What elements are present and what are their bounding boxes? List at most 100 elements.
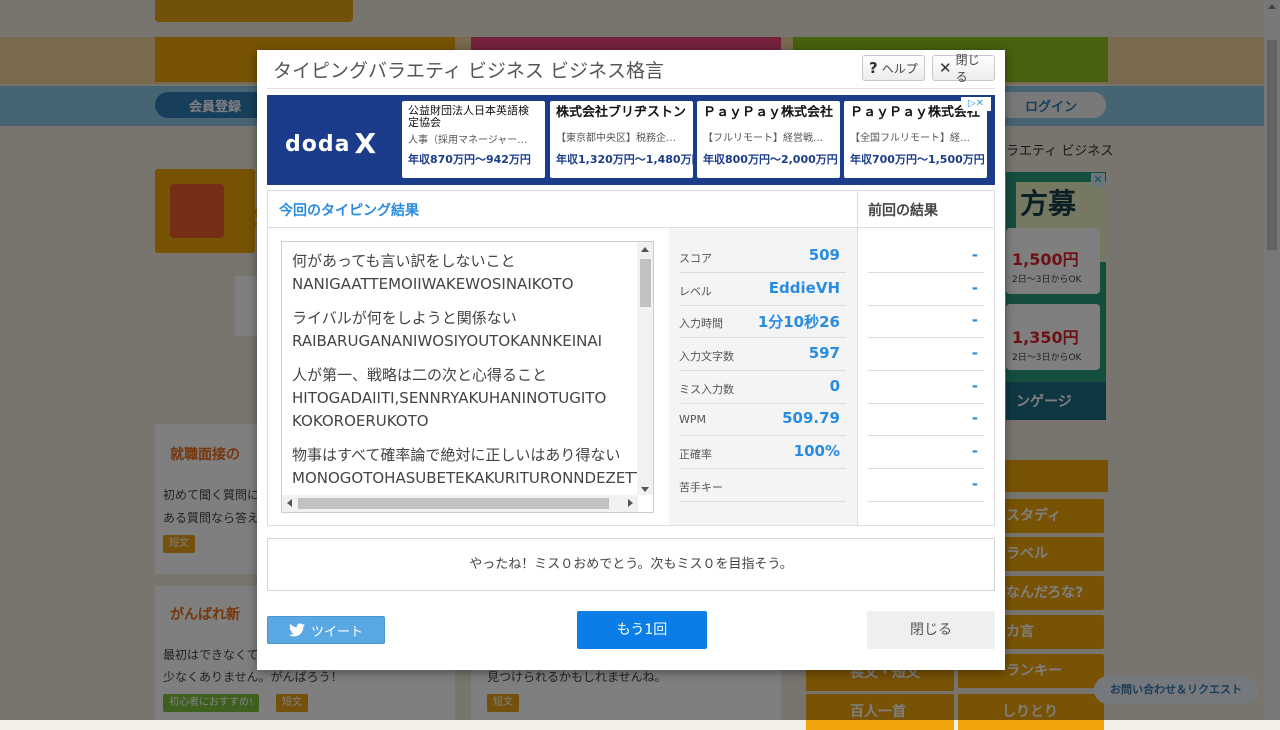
phrase-item: 物事はすべて確率論で絶対に正しいはあり得ない MONOGOTOHASUBETEK…	[292, 444, 638, 490]
close-button[interactable]: 閉じる	[867, 611, 995, 649]
stat-value: 597	[808, 344, 840, 362]
vertical-scroll-thumb[interactable]	[640, 259, 651, 307]
job-ad-company: 公益財団法人日本英語検定協会	[408, 105, 529, 129]
phrase-romaji: HITOGADAIITI,SENNRYAKUHANINOTUGITO	[292, 389, 607, 407]
previous-value-row: -	[868, 372, 984, 404]
previous-value: -	[971, 279, 978, 297]
previous-value: -	[971, 475, 978, 493]
close-header-button[interactable]: ✕ 閉じる	[932, 53, 995, 84]
job-ad-salary: 年収1,320万円～1,480万円	[556, 153, 703, 166]
stat-input-time: 入力時間 1分10秒26	[679, 306, 846, 338]
previous-results-title: 前回の結果	[868, 203, 938, 219]
phrase-romaji: MONOGOTOHASUBETEKAKURITURONNDEZETTAINI	[292, 469, 638, 487]
job-ad-description: 【フルリモート】経営戦…	[703, 133, 823, 143]
previous-value: -	[971, 311, 978, 329]
job-ad-company: ＰａｙＰａｙ株式会社	[703, 105, 834, 120]
question-icon: ?	[869, 59, 878, 77]
previous-value-row: -	[868, 404, 984, 436]
stat-value: 100%	[793, 442, 840, 460]
help-button-label: ヘルプ	[881, 61, 918, 76]
previous-value: -	[971, 377, 978, 395]
stat-level: レベル EddieVH	[679, 274, 846, 306]
stat-wpm: WPM 509.79	[679, 404, 846, 436]
stat-label: WPM	[679, 413, 707, 426]
job-ad-company: 株式会社ブリヂストン	[556, 105, 687, 120]
scroll-up-icon[interactable]	[641, 247, 649, 252]
previous-value: -	[971, 442, 978, 460]
results-panel: 今回のタイピング結果 前回の結果 何があっても言い訳をしないこと NANIGAA…	[267, 190, 995, 526]
typed-phrases-content: 何があっても言い訳をしないこと NANIGAATTEMOIIWAKEWOSINA…	[292, 250, 638, 495]
stat-char-count: 入力文字数 597	[679, 339, 846, 371]
previous-value-row: -	[868, 339, 984, 371]
job-ad-card[interactable]: ＰａｙＰａｙ株式会社 【全国フルリモート】経… 年収700万円～1,500万円	[844, 101, 987, 178]
stat-label: 苦手キー	[679, 481, 723, 494]
doda-logo: doda X	[285, 127, 378, 160]
previous-value: -	[971, 246, 978, 264]
phrase-item: ライバルが何をしようと関係ない RAIBARUGANANIWOSIYOUTOKA…	[292, 307, 638, 353]
current-results-header: 今回のタイピング結果	[268, 191, 857, 228]
stat-label: 入力時間	[679, 317, 723, 330]
stat-label: スコア	[679, 252, 712, 265]
phrase-romaji: KOKOROERUKOTO	[292, 412, 429, 430]
stat-accuracy: 正確率 100%	[679, 437, 846, 469]
stat-label: ミス入力数	[679, 383, 734, 396]
previous-value-row: -	[868, 241, 984, 273]
current-results-title: 今回のタイピング結果	[279, 203, 419, 219]
job-ad-salary: 年収800万円～2,000万円	[703, 153, 838, 166]
stat-weak-keys: 苦手キー	[679, 470, 846, 502]
stat-score: スコア 509	[679, 241, 846, 273]
stat-label: レベル	[679, 285, 712, 298]
phrase-romaji: RAIBARUGANANIWOSIYOUTOKANNKEINAI	[292, 332, 603, 350]
stat-value: 0	[829, 377, 840, 395]
title-divider	[267, 88, 995, 89]
phrase-item: 何があっても言い訳をしないこと NANIGAATTEMOIIWAKEWOSINA…	[292, 250, 638, 296]
job-ad-description: 【東京都中央区】税務企…	[556, 133, 676, 143]
stat-miss-count: ミス入力数 0	[679, 372, 846, 404]
job-ad-salary: 年収700万円～1,500万円	[850, 153, 985, 166]
previous-results-header: 前回の結果	[858, 191, 995, 228]
help-button[interactable]: ? ヘルプ	[862, 55, 925, 81]
scroll-down-icon[interactable]	[641, 487, 649, 492]
ad-banner[interactable]: doda X 公益財団法人日本英語検定協会 人事（採用マネージャー… 年収870万…	[267, 95, 995, 185]
retry-button[interactable]: もう1回	[577, 611, 707, 649]
result-dialog: タイピングバラエティ ビジネス ビジネス格言 ? ヘルプ ✕ 閉じる doda X…	[257, 50, 1005, 670]
previous-value-row: -	[868, 437, 984, 469]
close-header-button-label: 閉じる	[955, 53, 980, 84]
phrase-romaji: NANIGAATTEMOIIWAKEWOSINAIKOTO	[292, 275, 574, 293]
close-icon: ✕	[939, 59, 952, 77]
horizontal-scroll-thumb[interactable]	[298, 498, 609, 509]
previous-value-row: -	[868, 470, 984, 502]
stat-value: 1分10秒26	[757, 313, 840, 331]
job-ad-card[interactable]: 公益財団法人日本英語検定協会 人事（採用マネージャー… 年収870万円～942万…	[402, 101, 545, 178]
scroll-right-icon[interactable]	[628, 499, 633, 507]
vertical-scrollbar[interactable]	[637, 242, 653, 495]
job-ad-description: 人事（採用マネージャー…	[408, 135, 528, 145]
twitter-icon	[288, 623, 305, 637]
previous-value: -	[971, 409, 978, 427]
job-ad-card[interactable]: 株式会社ブリヂストン 【東京都中央区】税務企… 年収1,320万円～1,480万…	[550, 101, 703, 178]
stat-value: 509.79	[782, 409, 840, 427]
tweet-button-label: ツイート	[310, 624, 363, 640]
phrase-japanese: ライバルが何をしようと関係ない	[292, 309, 517, 327]
stat-label: 正確率	[679, 448, 712, 461]
phrase-item: 人が第一、戦略は二の次と心得ること HITOGADAIITI,SENNRYAKU…	[292, 364, 638, 433]
previous-value-row: -	[868, 306, 984, 338]
job-ad-salary: 年収870万円～942万円	[408, 153, 531, 166]
scroll-left-icon[interactable]	[287, 499, 292, 507]
stat-label: 入力文字数	[679, 350, 734, 363]
typed-phrases-list[interactable]: 何があっても言い訳をしないこと NANIGAATTEMOIIWAKEWOSINA…	[281, 241, 654, 513]
job-ad-description: 【全国フルリモート】経…	[850, 133, 970, 143]
stat-value: 509	[808, 246, 840, 264]
tweet-button[interactable]: ツイート	[267, 616, 385, 644]
stat-value: EddieVH	[768, 279, 840, 297]
previous-value-row: -	[868, 274, 984, 306]
phrase-japanese: 物事はすべて確率論で絶対に正しいはあり得ない	[292, 446, 621, 464]
result-message: やったね！ミス０おめでとう。次もミス０を目指そう。	[267, 538, 995, 591]
dialog-title: タイピングバラエティ ビジネス ビジネス格言	[273, 60, 664, 82]
job-ad-card[interactable]: ＰａｙＰａｙ株式会社 【フルリモート】経営戦… 年収800万円～2,000万円	[697, 101, 840, 178]
adchoices-icon[interactable]: ▷✕	[961, 97, 991, 111]
horizontal-scrollbar[interactable]	[282, 495, 638, 512]
previous-value: -	[971, 344, 978, 362]
phrase-japanese: 何があっても言い訳をしないこと	[292, 252, 516, 270]
phrase-japanese: 人が第一、戦略は二の次と心得ること	[292, 366, 548, 384]
